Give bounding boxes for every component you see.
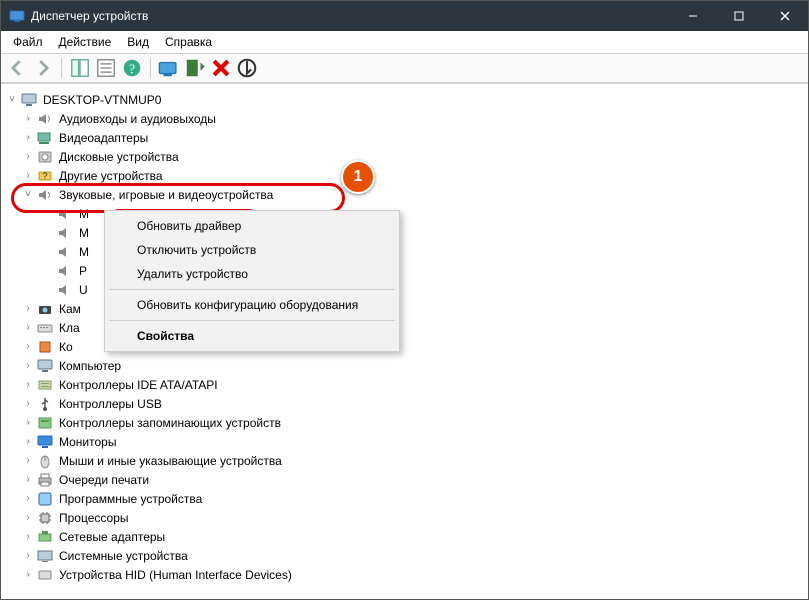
toolbar-back-icon[interactable] — [5, 56, 29, 80]
speaker-icon — [37, 187, 53, 203]
camera-icon — [37, 301, 53, 317]
expand-icon[interactable]: › — [21, 112, 35, 126]
network-icon — [37, 529, 53, 545]
expand-icon[interactable]: › — [21, 549, 35, 563]
menu-action[interactable]: Действие — [51, 33, 120, 51]
expand-icon[interactable]: › — [21, 131, 35, 145]
context-separator — [109, 289, 395, 290]
speaker-icon — [57, 263, 73, 279]
tree-item-monitors[interactable]: ›Мониторы — [19, 432, 806, 451]
toolbar-uninstall-icon[interactable] — [209, 56, 233, 80]
collapse-icon[interactable]: ˅ — [21, 188, 35, 202]
collapse-icon[interactable]: ˅ — [5, 93, 19, 107]
title-bar: Диспетчер устройств — [1, 1, 808, 31]
tree-root[interactable]: ˅ DESKTOP-VTNMUP0 — [3, 90, 806, 109]
expand-icon[interactable]: › — [21, 492, 35, 506]
tree-item-network-adapters[interactable]: ›Сетевые адаптеры — [19, 527, 806, 546]
speaker-icon — [57, 244, 73, 260]
tree-item-print-queues[interactable]: ›Очереди печати — [19, 470, 806, 489]
menu-file[interactable]: Файл — [5, 33, 51, 51]
tree-item-system-devices[interactable]: ›Системные устройства — [19, 546, 806, 565]
expand-icon[interactable]: › — [21, 511, 35, 525]
toolbar-properties-icon[interactable] — [94, 56, 118, 80]
component-icon — [37, 339, 53, 355]
expand-icon[interactable]: › — [21, 473, 35, 487]
toolbar-update-driver-icon[interactable] — [183, 56, 207, 80]
tree-item-processors[interactable]: ›Процессоры — [19, 508, 806, 527]
tree-item-ide-controllers[interactable]: ›Контроллеры IDE ATA/ATAPI — [19, 375, 806, 394]
toolbar-forward-icon[interactable] — [31, 56, 55, 80]
tree-item-storage-controllers[interactable]: ›Контроллеры запоминающих устройств — [19, 413, 806, 432]
expand-icon[interactable]: › — [21, 397, 35, 411]
speaker-icon — [57, 225, 73, 241]
menu-view[interactable]: Вид — [119, 33, 157, 51]
expand-icon[interactable]: › — [21, 568, 35, 582]
speaker-icon — [37, 111, 53, 127]
expand-icon[interactable]: › — [21, 340, 35, 354]
mouse-icon — [37, 453, 53, 469]
usb-icon — [37, 396, 53, 412]
toolbar-disable-icon[interactable] — [235, 56, 259, 80]
tree-item-hid[interactable]: ›Устройства HID (Human Interface Devices… — [19, 565, 806, 584]
expand-icon[interactable]: › — [21, 530, 35, 544]
context-scan-hardware[interactable]: Обновить конфигурацию оборудования — [107, 293, 397, 317]
expand-icon[interactable]: › — [21, 150, 35, 164]
app-icon — [9, 8, 25, 24]
tree-item-other-devices[interactable]: ›?Другие устройства — [19, 166, 806, 185]
device-manager-window: Диспетчер устройств Файл Действие Вид Сп… — [0, 0, 809, 600]
toolbar-scan-icon[interactable] — [157, 56, 181, 80]
toolbar: ? — [1, 54, 808, 83]
storage-icon — [37, 415, 53, 431]
device-tree[interactable]: ˅ DESKTOP-VTNMUP0 ›Аудиовходы и аудиовых… — [1, 84, 808, 599]
computer-icon — [21, 92, 37, 108]
system-device-icon — [37, 548, 53, 564]
speaker-icon — [57, 282, 73, 298]
tree-item-usb-controllers[interactable]: ›Контроллеры USB — [19, 394, 806, 413]
expand-icon[interactable]: › — [21, 302, 35, 316]
expand-icon[interactable]: › — [21, 435, 35, 449]
svg-text:?: ? — [42, 171, 47, 181]
software-device-icon — [37, 491, 53, 507]
tree-item-audio-io[interactable]: ›Аудиовходы и аудиовыходы — [19, 109, 806, 128]
disk-icon — [37, 149, 53, 165]
display-adapter-icon — [37, 130, 53, 146]
monitor-icon — [37, 434, 53, 450]
tree-item-computer[interactable]: ›Компьютер — [19, 356, 806, 375]
menu-help[interactable]: Справка — [157, 33, 220, 51]
menu-bar: Файл Действие Вид Справка — [1, 31, 808, 54]
other-device-icon: ? — [37, 168, 53, 184]
content-area: ˅ DESKTOP-VTNMUP0 ›Аудиовходы и аудиовых… — [1, 83, 808, 599]
close-button[interactable] — [762, 1, 808, 31]
speaker-icon — [57, 206, 73, 222]
tree-item-display-adapters[interactable]: ›Видеоадаптеры — [19, 128, 806, 147]
context-properties[interactable]: Свойства — [107, 324, 397, 348]
computer-icon — [37, 358, 53, 374]
context-disable-device[interactable]: Отключить устройств — [107, 238, 397, 262]
expand-icon[interactable]: › — [21, 169, 35, 183]
hid-icon — [37, 567, 53, 583]
keyboard-icon — [37, 320, 53, 336]
printer-icon — [37, 472, 53, 488]
expand-icon[interactable]: › — [21, 378, 35, 392]
tree-item-disk-drives[interactable]: ›Дисковые устройства — [19, 147, 806, 166]
expand-icon[interactable]: › — [21, 454, 35, 468]
context-uninstall-device[interactable]: Удалить устройство — [107, 262, 397, 286]
context-separator — [109, 320, 395, 321]
expand-icon[interactable]: › — [21, 416, 35, 430]
ide-icon — [37, 377, 53, 393]
maximize-button[interactable] — [716, 1, 762, 31]
toolbar-help-icon[interactable]: ? — [120, 56, 144, 80]
toolbar-showhide-icon[interactable] — [68, 56, 92, 80]
expand-icon[interactable]: › — [21, 359, 35, 373]
window-title: Диспетчер устройств — [31, 9, 148, 23]
tree-item-software-devices[interactable]: ›Программные устройства — [19, 489, 806, 508]
svg-text:?: ? — [129, 62, 135, 77]
tree-item-mice[interactable]: ›Мыши и иные указывающие устройства — [19, 451, 806, 470]
cpu-icon — [37, 510, 53, 526]
context-update-driver[interactable]: Обновить драйвер — [107, 214, 397, 238]
expand-icon[interactable]: › — [21, 321, 35, 335]
context-menu: Обновить драйвер Отключить устройств Уда… — [104, 210, 400, 352]
minimize-button[interactable] — [670, 1, 716, 31]
tree-item-sound-video-game[interactable]: ˅Звуковые, игровые и видеоустройства — [19, 185, 806, 204]
